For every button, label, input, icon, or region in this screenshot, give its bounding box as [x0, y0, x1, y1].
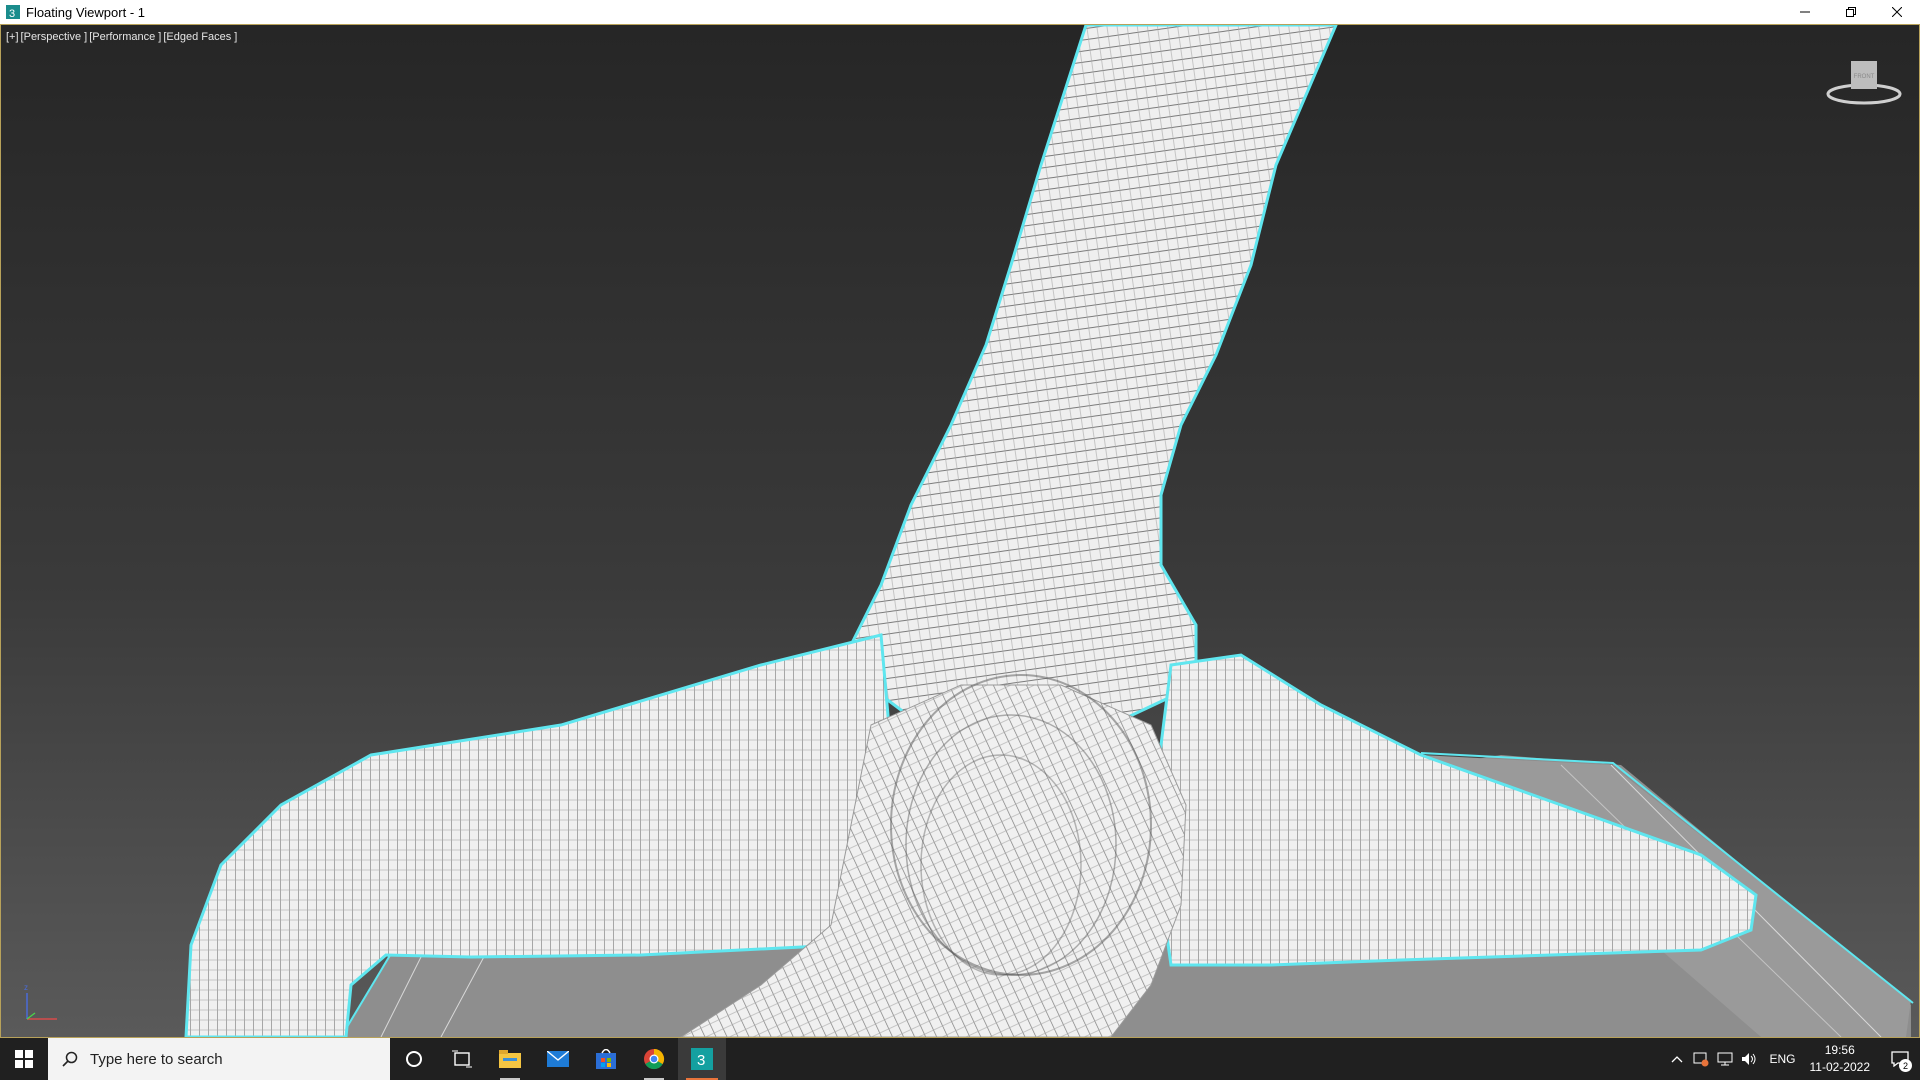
security-tray-button[interactable] — [1689, 1038, 1713, 1080]
viewcube-label: FRONT — [1854, 74, 1875, 80]
viewport-menu-plus[interactable]: [+] — [6, 31, 19, 43]
microsoft-store-icon — [596, 1049, 616, 1069]
action-center-button[interactable]: 2 — [1880, 1038, 1920, 1080]
input-language[interactable]: ENG — [1769, 1052, 1795, 1066]
mail-icon — [547, 1051, 569, 1067]
viewport-menu-view[interactable]: [Perspective ] — [21, 31, 88, 43]
cortana-button[interactable] — [390, 1038, 438, 1080]
cortana-icon — [406, 1051, 422, 1067]
search-icon — [62, 1051, 78, 1067]
svg-text:3: 3 — [697, 1052, 705, 1069]
show-hidden-icons-button[interactable] — [1665, 1038, 1689, 1080]
security-alert-icon — [1693, 1052, 1709, 1067]
axis-gizmo: z — [24, 983, 57, 1020]
restore-button[interactable] — [1828, 0, 1874, 24]
viewport-label-menu: [+] [Perspective ] [Performance ] [Edged… — [6, 31, 237, 43]
network-tray-button[interactable] — [1713, 1038, 1737, 1080]
tube-mesh-vertical — [839, 25, 1338, 727]
viewport-menu-performance[interactable]: [Performance ] — [89, 31, 161, 43]
3ds-max-icon: 3 — [6, 5, 20, 20]
network-icon — [1717, 1052, 1733, 1066]
viewcube[interactable]: FRONT — [1823, 57, 1905, 109]
chevron-up-icon — [1672, 1056, 1683, 1063]
file-explorer-button[interactable] — [486, 1038, 534, 1080]
clock-date: 11-02-2022 — [1809, 1060, 1871, 1074]
task-view-button[interactable] — [438, 1038, 486, 1080]
taskbar-search-box[interactable]: Type here to search — [48, 1038, 390, 1080]
windows-icon — [15, 1050, 33, 1068]
clock[interactable]: 19:56 11-02-2022 — [1810, 1042, 1871, 1076]
3ds-max-icon: 3 — [691, 1048, 713, 1070]
viewport-menu-shading[interactable]: [Edged Faces ] — [163, 31, 237, 43]
taskbar: Type here to search 3 ENG 19:56 11-02-20… — [0, 1038, 1920, 1080]
chrome-icon — [644, 1048, 665, 1070]
microsoft-store-button[interactable] — [582, 1038, 630, 1080]
minimize-icon — [1800, 11, 1810, 13]
clock-time: 19:56 — [1824, 1043, 1855, 1057]
notification-count: 2 — [1899, 1059, 1912, 1072]
3ds-max-taskbar-button[interactable]: 3 — [678, 1038, 726, 1080]
minimize-button[interactable] — [1782, 0, 1828, 24]
viewport-scene[interactable] — [1, 25, 1919, 1037]
file-explorer-icon — [499, 1050, 521, 1068]
volume-tray-button[interactable] — [1737, 1038, 1761, 1080]
close-button[interactable] — [1874, 0, 1920, 24]
axis-z-label: z — [24, 983, 28, 992]
window-titlebar[interactable]: 3 Floating Viewport - 1 — [0, 0, 1920, 24]
floating-viewport[interactable]: [+] [Perspective ] [Performance ] [Edged… — [0, 24, 1920, 1038]
start-button[interactable] — [0, 1038, 48, 1080]
volume-icon — [1742, 1053, 1756, 1065]
restore-icon — [1846, 7, 1856, 17]
window-title: Floating Viewport - 1 — [26, 4, 145, 20]
close-icon — [1892, 7, 1902, 17]
task-view-icon — [452, 1050, 472, 1068]
search-placeholder: Type here to search — [90, 1050, 223, 1068]
chrome-button[interactable] — [630, 1038, 678, 1080]
svg-text:3: 3 — [9, 8, 15, 20]
mail-button[interactable] — [534, 1038, 582, 1080]
system-tray: ENG 19:56 11-02-2022 2 — [1665, 1038, 1920, 1080]
